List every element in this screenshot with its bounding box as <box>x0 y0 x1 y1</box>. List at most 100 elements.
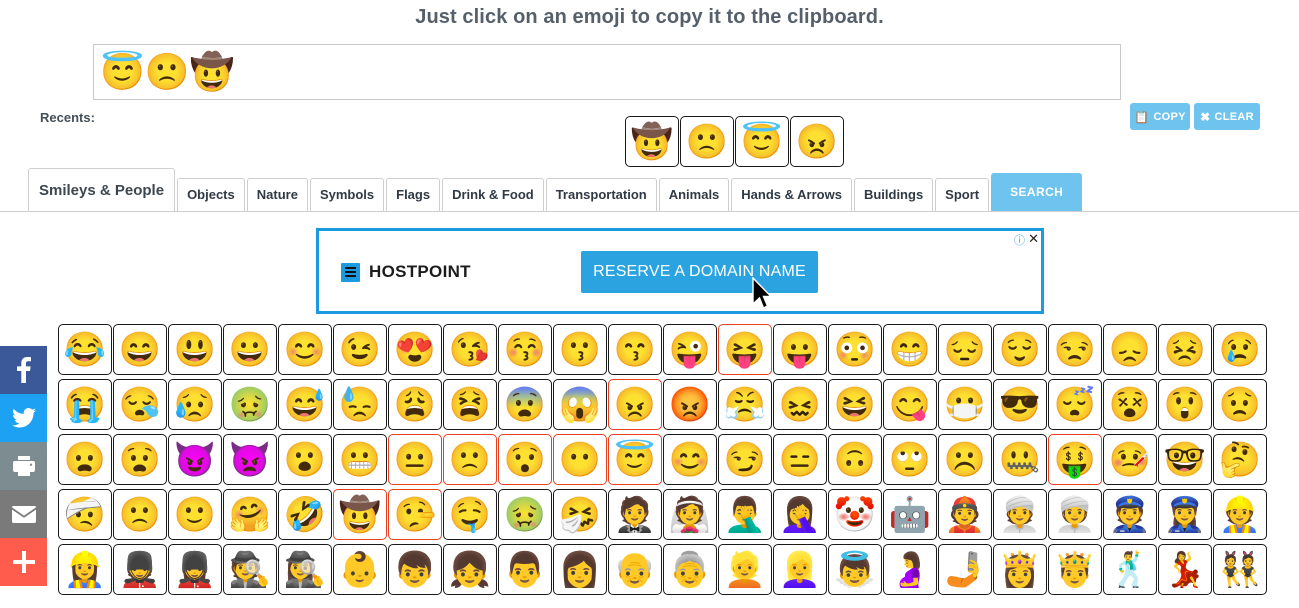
emoji-cell[interactable]: 😂 <box>58 324 112 375</box>
emoji-cell[interactable]: 😚 <box>498 324 552 375</box>
emoji-cell[interactable]: 😛 <box>773 324 827 375</box>
emoji-cell[interactable]: 😔 <box>938 324 992 375</box>
emoji-cell[interactable]: 😊 <box>278 324 332 375</box>
emoji-cell[interactable]: 👴 <box>608 544 662 595</box>
ad-banner[interactable]: ⓘ ✕ HOSTPOINT RESERVE A DOMAIN NAME <box>316 228 1044 314</box>
emoji-cell[interactable]: 👨 <box>498 544 552 595</box>
tab-sport[interactable]: Sport <box>935 178 990 211</box>
emoji-cell[interactable]: 😝 <box>718 324 772 375</box>
emoji-cell[interactable]: 😞 <box>1103 324 1157 375</box>
emoji-cell[interactable]: 😭 <box>58 379 112 430</box>
emoji-cell[interactable]: 😑 <box>773 434 827 485</box>
emoji-cell[interactable]: 🤧 <box>553 489 607 540</box>
emoji-cell[interactable]: 😢 <box>1213 324 1267 375</box>
emoji-cell[interactable]: 😊 <box>663 434 717 485</box>
emoji-cell[interactable]: 😯 <box>498 434 552 485</box>
emoji-cell[interactable]: 🤒 <box>1103 434 1157 485</box>
emoji-cell[interactable]: 🙃 <box>828 434 882 485</box>
emoji-cell[interactable]: 😟 <box>1213 379 1267 430</box>
emoji-cell[interactable]: 😒 <box>1048 324 1102 375</box>
emoji-cell[interactable]: 😲 <box>1158 379 1212 430</box>
emoji-cell[interactable]: 👷‍♀️ <box>58 544 112 595</box>
emoji-cell[interactable]: ☹️ <box>938 434 992 485</box>
emoji-cell[interactable]: 😠 <box>608 379 662 430</box>
emoji-cell[interactable]: 🤤 <box>443 489 497 540</box>
tab-buildings[interactable]: Buildings <box>853 178 934 211</box>
emoji-cell[interactable]: 😦 <box>58 434 112 485</box>
emoji-cell[interactable]: 👶 <box>333 544 387 595</box>
emoji-cell[interactable]: 😧 <box>113 434 167 485</box>
emoji-cell[interactable]: 😌 <box>993 324 1047 375</box>
emoji-cell[interactable]: 🤢 <box>223 379 277 430</box>
emoji-cell[interactable]: 🤦‍♀️ <box>773 489 827 540</box>
emoji-cell[interactable]: 😍 <box>388 324 442 375</box>
emoji-cell[interactable]: 😶 <box>553 434 607 485</box>
emoji-cell[interactable]: 🙁 <box>113 489 167 540</box>
clear-button[interactable]: ✖ CLEAR <box>1194 103 1260 130</box>
emoji-cell[interactable]: 👷 <box>1213 489 1267 540</box>
tab-smileys-people[interactable]: Smileys & People <box>28 168 176 211</box>
emoji-cell[interactable]: 😗 <box>553 324 607 375</box>
emoji-cell[interactable]: 👸 <box>993 544 1047 595</box>
emoji-cell[interactable]: 🕵️‍♀️ <box>278 544 332 595</box>
emoji-cell[interactable]: 🤢 <box>498 489 552 540</box>
emoji-cell[interactable]: 😁 <box>883 324 937 375</box>
emoji-cell[interactable]: 👳‍♀️ <box>1048 489 1102 540</box>
emoji-cell[interactable]: 😏 <box>718 434 772 485</box>
emoji-cell[interactable]: 🙂 <box>168 489 222 540</box>
emoji-cell[interactable]: 😉 <box>333 324 387 375</box>
ad-cta-button[interactable]: RESERVE A DOMAIN NAME <box>581 251 818 293</box>
emoji-cell[interactable]: 😋 <box>883 379 937 430</box>
emoji-cell[interactable]: 😜 <box>663 324 717 375</box>
share-button-print[interactable] <box>0 442 47 490</box>
adchoices-icon[interactable]: ⓘ <box>1014 232 1025 248</box>
emoji-cell[interactable]: 🤣 <box>278 489 332 540</box>
emoji-cell[interactable]: 👩 <box>553 544 607 595</box>
share-button-facebook[interactable] <box>0 346 47 394</box>
emoji-cell[interactable]: 👮‍♀️ <box>1158 489 1212 540</box>
close-icon[interactable]: ✕ <box>1028 231 1039 247</box>
tab-hands-arrows[interactable]: Hands & Arrows <box>731 178 852 211</box>
emoji-cell[interactable]: 😱 <box>553 379 607 430</box>
emoji-cell[interactable]: 😓 <box>333 379 387 430</box>
emoji-cell[interactable]: 🤵 <box>608 489 662 540</box>
emoji-cell[interactable]: 😖 <box>773 379 827 430</box>
emoji-cell[interactable]: 👯 <box>1213 544 1267 595</box>
emoji-cell[interactable]: 😎 <box>993 379 1047 430</box>
emoji-cell[interactable]: 😪 <box>113 379 167 430</box>
emoji-cell[interactable]: 👼 <box>828 544 882 595</box>
emoji-cell[interactable]: 😙 <box>608 324 662 375</box>
emoji-cell[interactable]: 😨 <box>498 379 552 430</box>
emoji-cell[interactable]: 💂 <box>113 544 167 595</box>
emoji-cell[interactable]: 😣 <box>1158 324 1212 375</box>
emoji-cell[interactable]: 😈 <box>168 434 222 485</box>
emoji-cell[interactable]: 🤰 <box>883 544 937 595</box>
emoji-cell[interactable]: 😥 <box>168 379 222 430</box>
emoji-cell[interactable]: 😄 <box>113 324 167 375</box>
recent-emoji-cell[interactable]: 🙁 <box>680 116 734 167</box>
tab-transportation[interactable]: Transportation <box>545 178 657 211</box>
emoji-cell[interactable]: 🕺 <box>1103 544 1157 595</box>
emoji-cell[interactable]: 👳 <box>993 489 1047 540</box>
emoji-cell[interactable]: 😃 <box>168 324 222 375</box>
emoji-cell[interactable]: 😩 <box>388 379 442 430</box>
emoji-cell[interactable]: 🙁 <box>443 434 497 485</box>
emoji-cell[interactable]: 👮 <box>1103 489 1157 540</box>
emoji-cell[interactable]: 👰 <box>663 489 717 540</box>
emoji-cell[interactable]: 🤴 <box>1048 544 1102 595</box>
emoji-cell[interactable]: 👿 <box>223 434 277 485</box>
emoji-cell[interactable]: 😳 <box>828 324 882 375</box>
emoji-cell[interactable]: 👦 <box>388 544 442 595</box>
tab-flags[interactable]: Flags <box>386 178 441 211</box>
emoji-cell[interactable]: 👧 <box>443 544 497 595</box>
emoji-cell[interactable]: 🤔 <box>1213 434 1267 485</box>
emoji-cell[interactable]: 😵 <box>1103 379 1157 430</box>
tab-animals[interactable]: Animals <box>658 178 730 211</box>
share-button-twitter[interactable] <box>0 394 47 442</box>
emoji-cell[interactable]: 🤡 <box>828 489 882 540</box>
emoji-cell[interactable]: 🤥 <box>388 489 442 540</box>
emoji-cell[interactable]: 🙄 <box>883 434 937 485</box>
emoji-cell[interactable]: 😷 <box>938 379 992 430</box>
emoji-cell[interactable]: 😀 <box>223 324 277 375</box>
search-tab-button[interactable]: SEARCH <box>991 173 1083 211</box>
